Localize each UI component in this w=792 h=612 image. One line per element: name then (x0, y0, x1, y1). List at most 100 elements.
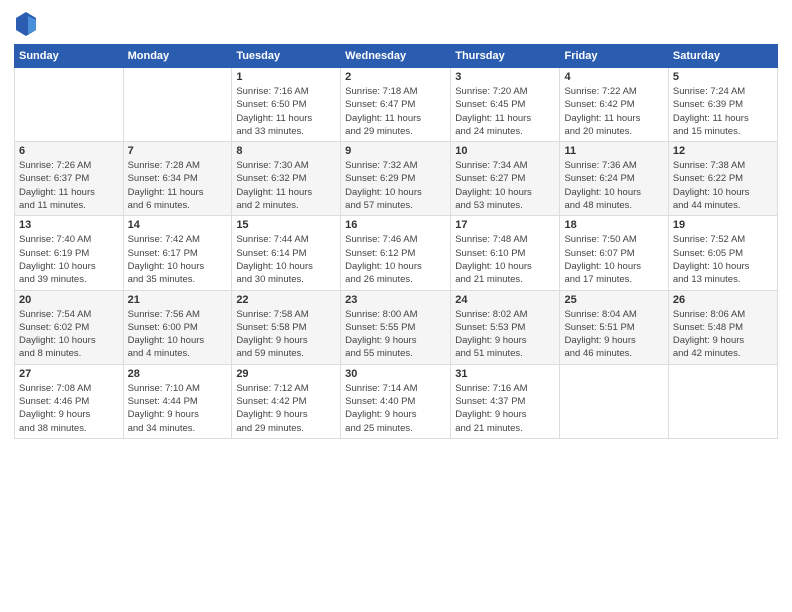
calendar-cell: 13 Sunrise: 7:40 AM Sunset: 6:19 PM Dayli… (15, 216, 124, 290)
cell-content: Sunrise: 8:04 AM Sunset: 5:51 PM Dayligh… (564, 308, 663, 361)
calendar-cell: 18 Sunrise: 7:50 AM Sunset: 6:07 PM Dayli… (560, 216, 668, 290)
calendar-cell: 19 Sunrise: 7:52 AM Sunset: 6:05 PM Dayli… (668, 216, 777, 290)
cell-content: Sunrise: 7:48 AM Sunset: 6:10 PM Dayligh… (455, 233, 555, 286)
calendar-cell (560, 364, 668, 438)
cell-content: Sunrise: 7:12 AM Sunset: 4:42 PM Dayligh… (236, 382, 336, 435)
cell-content: Sunrise: 7:32 AM Sunset: 6:29 PM Dayligh… (345, 159, 446, 212)
day-number: 13 (19, 219, 119, 231)
cell-content: Sunrise: 7:38 AM Sunset: 6:22 PM Dayligh… (673, 159, 773, 212)
day-number: 5 (673, 71, 773, 83)
calendar-cell: 23 Sunrise: 8:00 AM Sunset: 5:55 PM Dayli… (341, 290, 451, 364)
day-number: 23 (345, 294, 446, 306)
day-number: 24 (455, 294, 555, 306)
cell-content: Sunrise: 7:42 AM Sunset: 6:17 PM Dayligh… (128, 233, 228, 286)
day-number: 8 (236, 145, 336, 157)
calendar-cell (668, 364, 777, 438)
header-row: SundayMondayTuesdayWednesdayThursdayFrid… (15, 45, 778, 68)
calendar-cell: 8 Sunrise: 7:30 AM Sunset: 6:32 PM Daylig… (232, 142, 341, 216)
cell-content: Sunrise: 7:50 AM Sunset: 6:07 PM Dayligh… (564, 233, 663, 286)
day-number: 9 (345, 145, 446, 157)
calendar-cell (15, 68, 124, 142)
cell-content: Sunrise: 7:10 AM Sunset: 4:44 PM Dayligh… (128, 382, 228, 435)
calendar-row: 20Sunrise: 7:54 AM Sunset: 6:02 PM Dayli… (15, 290, 778, 364)
calendar-cell: 7Sunrise: 7:28 AM Sunset: 6:34 PM Daylig… (123, 142, 232, 216)
calendar-table: SundayMondayTuesdayWednesdayThursdayFrid… (14, 44, 778, 439)
calendar-row: 1 Sunrise: 7:16 AM Sunset: 6:50 PM Daylig… (15, 68, 778, 142)
day-number: 18 (564, 219, 663, 231)
weekday-header: Wednesday (341, 45, 451, 68)
cell-content: Sunrise: 7:14 AM Sunset: 4:40 PM Dayligh… (345, 382, 446, 435)
calendar-row: 6Sunrise: 7:26 AM Sunset: 6:37 PM Daylig… (15, 142, 778, 216)
calendar-cell: 21 Sunrise: 7:56 AM Sunset: 6:00 PM Dayli… (123, 290, 232, 364)
day-number: 4 (564, 71, 663, 83)
calendar-cell: 11 Sunrise: 7:36 AM Sunset: 6:24 PM Dayli… (560, 142, 668, 216)
header (14, 10, 778, 38)
page: SundayMondayTuesdayWednesdayThursdayFrid… (0, 0, 792, 612)
calendar-cell: 10 Sunrise: 7:34 AM Sunset: 6:27 PM Dayli… (451, 142, 560, 216)
cell-content: Sunrise: 7:20 AM Sunset: 6:45 PM Dayligh… (455, 85, 555, 138)
day-number: 29 (236, 368, 336, 380)
calendar-cell (123, 68, 232, 142)
cell-content: Sunrise: 7:16 AM Sunset: 4:37 PM Dayligh… (455, 382, 555, 435)
cell-content: Sunrise: 7:16 AM Sunset: 6:50 PM Dayligh… (236, 85, 336, 138)
cell-content: Sunrise: 7:26 AM Sunset: 6:37 PM Dayligh… (19, 159, 119, 212)
weekday-header: Sunday (15, 45, 124, 68)
weekday-header: Tuesday (232, 45, 341, 68)
day-number: 22 (236, 294, 336, 306)
calendar-cell: 9 Sunrise: 7:32 AM Sunset: 6:29 PM Daylig… (341, 142, 451, 216)
weekday-header: Saturday (668, 45, 777, 68)
calendar-cell: 29 Sunrise: 7:12 AM Sunset: 4:42 PM Dayli… (232, 364, 341, 438)
weekday-header: Monday (123, 45, 232, 68)
calendar-row: 13 Sunrise: 7:40 AM Sunset: 6:19 PM Dayli… (15, 216, 778, 290)
cell-content: Sunrise: 7:56 AM Sunset: 6:00 PM Dayligh… (128, 308, 228, 361)
calendar-cell: 5Sunrise: 7:24 AM Sunset: 6:39 PM Daylig… (668, 68, 777, 142)
calendar-cell: 31 Sunrise: 7:16 AM Sunset: 4:37 PM Dayli… (451, 364, 560, 438)
cell-content: Sunrise: 7:36 AM Sunset: 6:24 PM Dayligh… (564, 159, 663, 212)
day-number: 26 (673, 294, 773, 306)
calendar-cell: 14 Sunrise: 7:42 AM Sunset: 6:17 PM Dayli… (123, 216, 232, 290)
day-number: 1 (236, 71, 336, 83)
day-number: 25 (564, 294, 663, 306)
calendar-row: 27 Sunrise: 7:08 AM Sunset: 4:46 PM Dayli… (15, 364, 778, 438)
cell-content: Sunrise: 7:30 AM Sunset: 6:32 PM Dayligh… (236, 159, 336, 212)
calendar-cell: 26 Sunrise: 8:06 AM Sunset: 5:48 PM Dayli… (668, 290, 777, 364)
calendar-cell: 3Sunrise: 7:20 AM Sunset: 6:45 PM Daylig… (451, 68, 560, 142)
calendar-cell: 4Sunrise: 7:22 AM Sunset: 6:42 PM Daylig… (560, 68, 668, 142)
weekday-header: Thursday (451, 45, 560, 68)
calendar-cell: 16Sunrise: 7:46 AM Sunset: 6:12 PM Dayli… (341, 216, 451, 290)
day-number: 30 (345, 368, 446, 380)
day-number: 7 (128, 145, 228, 157)
calendar-cell: 1 Sunrise: 7:16 AM Sunset: 6:50 PM Daylig… (232, 68, 341, 142)
calendar-cell: 12Sunrise: 7:38 AM Sunset: 6:22 PM Dayli… (668, 142, 777, 216)
cell-content: Sunrise: 7:46 AM Sunset: 6:12 PM Dayligh… (345, 233, 446, 286)
cell-content: Sunrise: 7:34 AM Sunset: 6:27 PM Dayligh… (455, 159, 555, 212)
day-number: 17 (455, 219, 555, 231)
day-number: 31 (455, 368, 555, 380)
cell-content: Sunrise: 7:58 AM Sunset: 5:58 PM Dayligh… (236, 308, 336, 361)
logo-icon (14, 10, 38, 38)
cell-content: Sunrise: 7:52 AM Sunset: 6:05 PM Dayligh… (673, 233, 773, 286)
calendar-body: 1 Sunrise: 7:16 AM Sunset: 6:50 PM Daylig… (15, 68, 778, 439)
day-number: 15 (236, 219, 336, 231)
day-number: 27 (19, 368, 119, 380)
day-number: 28 (128, 368, 228, 380)
day-number: 14 (128, 219, 228, 231)
cell-content: Sunrise: 8:00 AM Sunset: 5:55 PM Dayligh… (345, 308, 446, 361)
cell-content: Sunrise: 7:54 AM Sunset: 6:02 PM Dayligh… (19, 308, 119, 361)
calendar-cell: 17 Sunrise: 7:48 AM Sunset: 6:10 PM Dayli… (451, 216, 560, 290)
calendar-cell: 27 Sunrise: 7:08 AM Sunset: 4:46 PM Dayli… (15, 364, 124, 438)
day-number: 10 (455, 145, 555, 157)
cell-content: Sunrise: 7:18 AM Sunset: 6:47 PM Dayligh… (345, 85, 446, 138)
day-number: 11 (564, 145, 663, 157)
cell-content: Sunrise: 8:06 AM Sunset: 5:48 PM Dayligh… (673, 308, 773, 361)
calendar-cell: 30 Sunrise: 7:14 AM Sunset: 4:40 PM Dayli… (341, 364, 451, 438)
logo (14, 10, 40, 38)
calendar-cell: 24 Sunrise: 8:02 AM Sunset: 5:53 PM Dayli… (451, 290, 560, 364)
cell-content: Sunrise: 7:40 AM Sunset: 6:19 PM Dayligh… (19, 233, 119, 286)
calendar-cell: 15Sunrise: 7:44 AM Sunset: 6:14 PM Dayli… (232, 216, 341, 290)
day-number: 21 (128, 294, 228, 306)
calendar-cell: 20Sunrise: 7:54 AM Sunset: 6:02 PM Dayli… (15, 290, 124, 364)
cell-content: Sunrise: 8:02 AM Sunset: 5:53 PM Dayligh… (455, 308, 555, 361)
cell-content: Sunrise: 7:08 AM Sunset: 4:46 PM Dayligh… (19, 382, 119, 435)
day-number: 19 (673, 219, 773, 231)
